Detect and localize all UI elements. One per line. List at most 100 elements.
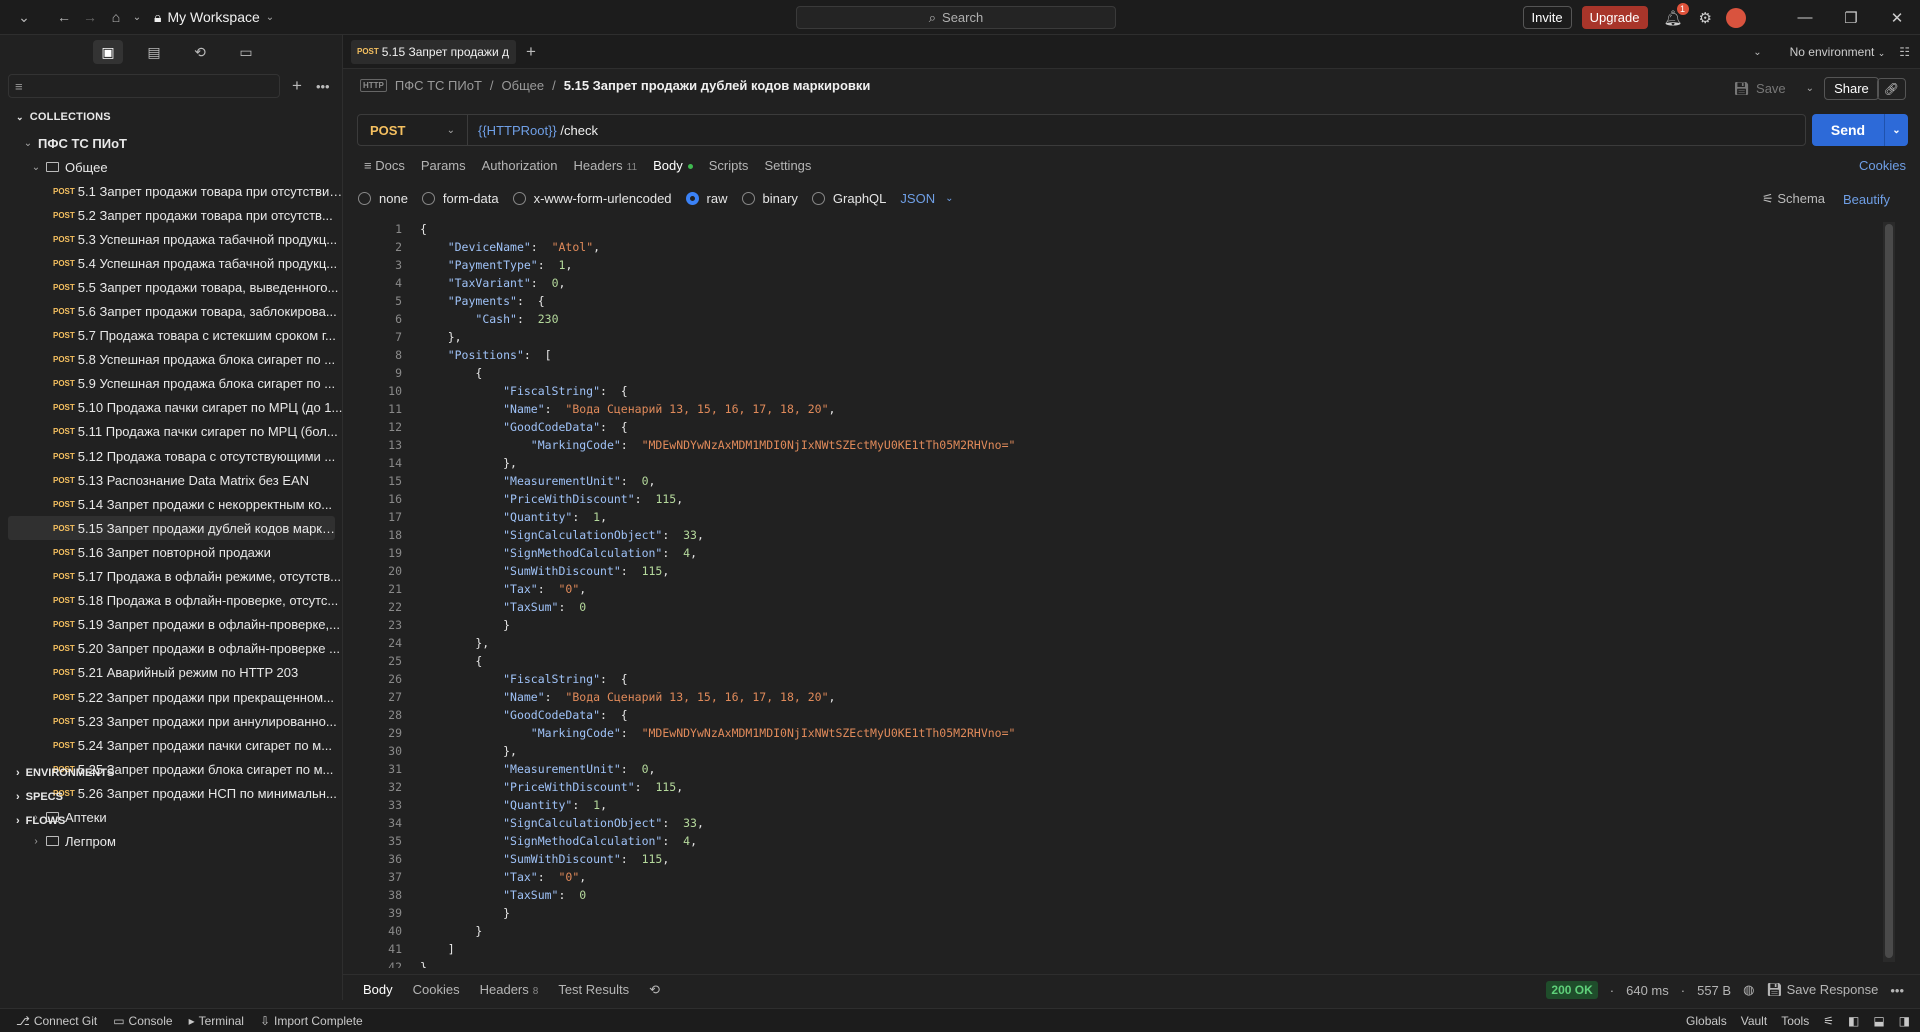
specs-section[interactable]: › SPECS xyxy=(16,791,63,803)
response-time[interactable]: 640 ms xyxy=(1626,983,1669,998)
request-item[interactable]: POST 5.3 Успешная продажа табачной продук… xyxy=(0,227,343,251)
vault-button[interactable]: Vault xyxy=(1741,1014,1767,1028)
code-line[interactable]: "PaymentType": 1, xyxy=(420,256,1015,274)
body-type-raw[interactable]: raw xyxy=(685,191,728,206)
editor-scrollbar-thumb[interactable] xyxy=(1885,224,1893,958)
send-button[interactable]: Send ⌄ xyxy=(1812,114,1908,146)
schema-button[interactable]: ⚟ Schema xyxy=(1762,191,1825,207)
request-item[interactable]: POST 5.6 Запрет продажи товара, заблокиро… xyxy=(0,299,343,323)
request-item[interactable]: POST 5.4 Успешная продажа табачной продук… xyxy=(0,251,343,275)
tab-params[interactable]: Params xyxy=(421,158,466,173)
save-button[interactable]: 💾︎ Save ⌄ xyxy=(1734,81,1815,97)
workspace-selector[interactable]: 🔒︎ My Workspace ⌄ xyxy=(154,9,274,26)
request-item[interactable]: POST 5.18 Продажа в офлайн-проверке, отсу… xyxy=(0,589,343,613)
code-line[interactable]: "MarkingCode": "MDEwNDYwNzAxMDM1MDI0NjIx… xyxy=(420,724,1016,742)
sliders-icon[interactable]: ⚟ xyxy=(1823,1014,1834,1028)
more-options-icon[interactable]: ••• xyxy=(1890,983,1904,998)
environments-section[interactable]: › ENVIRONMENTS xyxy=(16,767,114,779)
code-line[interactable]: "SignCalculationObject": 33, xyxy=(420,526,1015,544)
console-button[interactable]: ▭ Console xyxy=(113,1014,172,1028)
layout-bottom-icon[interactable]: ⬓ xyxy=(1873,1014,1884,1028)
code-line[interactable]: }, xyxy=(420,634,1015,652)
environment-quicklook-icon[interactable]: ☷ xyxy=(1899,45,1910,59)
code-line[interactable]: "TaxVariant": 0, xyxy=(420,274,1015,292)
code-line[interactable]: }, xyxy=(420,742,1015,760)
breadcrumb-folder[interactable]: Общее xyxy=(502,78,545,93)
code-line[interactable]: "Name": "Вода Сценарий 13, 15, 16, 17, 1… xyxy=(420,400,1015,418)
code-line[interactable]: "Quantity": 1, xyxy=(420,796,1015,814)
code-line[interactable]: } xyxy=(420,616,1015,634)
tools-button[interactable]: Tools xyxy=(1781,1014,1809,1028)
breadcrumb-current[interactable]: 5.15 Запрет продажи дублей кодов маркиро… xyxy=(564,78,871,93)
url-input[interactable]: {{HTTPRoot}} /check xyxy=(468,123,598,138)
code-line[interactable]: "GoodCodeData": { xyxy=(420,706,1015,724)
code-line[interactable]: } xyxy=(420,922,1015,940)
restore-icon[interactable]: ❐ xyxy=(1828,9,1874,27)
home-icon[interactable]: ⌂ xyxy=(106,9,126,25)
new-tab-button[interactable]: + xyxy=(526,42,536,62)
code-line[interactable]: "MeasurementUnit": 0, xyxy=(420,472,1015,490)
code-line[interactable]: } xyxy=(420,904,1015,922)
request-item[interactable]: POST 5.20 Запрет продажи в офлайн-проверк… xyxy=(0,637,343,661)
request-item[interactable]: POST 5.16 Запрет повторной продажи xyxy=(0,540,343,564)
code-line[interactable]: "FiscalString": { xyxy=(420,670,1015,688)
code-line[interactable]: "MarkingCode": "MDEwNDYwNzAxMDM1MDI0NjIx… xyxy=(420,436,1016,454)
tab-active-request[interactable]: POST 5.15 Запрет продажи д xyxy=(351,39,516,64)
home-chevron-icon[interactable]: ⌄ xyxy=(132,12,142,23)
code-line[interactable]: "SignMethodCalculation": 4, xyxy=(420,832,1015,850)
code-line[interactable]: { xyxy=(420,220,1015,238)
avatar[interactable] xyxy=(1726,7,1746,28)
globals-button[interactable]: Globals xyxy=(1686,1014,1727,1028)
request-item[interactable]: POST 5.21 Аварийный режим по HTTP 203 xyxy=(0,661,343,685)
request-item[interactable]: POST 5.19 Запрет продажи в офлайн-проверк… xyxy=(0,613,343,637)
search-input[interactable]: ⌕ Search xyxy=(796,6,1116,29)
code-line[interactable]: "GoodCodeData": { xyxy=(420,418,1015,436)
request-item[interactable]: POST 5.8 Успешная продажа блока сигарет п… xyxy=(0,348,343,372)
code-line[interactable]: "Name": "Вода Сценарий 13, 15, 16, 17, 1… xyxy=(420,688,1015,706)
share-button[interactable]: Share xyxy=(1824,77,1879,100)
add-collection-button[interactable]: + xyxy=(292,76,302,96)
request-item[interactable]: POST 5.12 Продажа товара с отсутствующими… xyxy=(0,444,343,468)
send-dropdown-icon[interactable]: ⌄ xyxy=(1885,125,1908,136)
request-item[interactable]: POST 5.14 Запрет продажи с некорректным к… xyxy=(0,492,343,516)
code-line[interactable]: "SignMethodCalculation": 4, xyxy=(420,544,1015,562)
globe-icon[interactable]: ◍ xyxy=(1743,982,1754,998)
more-options-icon[interactable]: ••• xyxy=(316,79,330,94)
close-icon[interactable]: ✕ xyxy=(1874,9,1920,27)
code-line[interactable]: { xyxy=(420,364,1015,382)
tab-body[interactable]: Body xyxy=(653,158,693,173)
tab-headers[interactable]: Headers 11 xyxy=(574,158,638,173)
code-line[interactable]: "SumWithDiscount": 115, xyxy=(420,850,1015,868)
response-size[interactable]: 557 B xyxy=(1697,983,1731,998)
body-type-form-data[interactable]: form-data xyxy=(421,191,499,206)
connect-git-button[interactable]: ⎇ Connect Git xyxy=(16,1014,97,1028)
back-arrow-icon[interactable]: ← xyxy=(54,9,74,25)
tab-authorization[interactable]: Authorization xyxy=(482,158,558,173)
tabs-dropdown-icon[interactable]: ⌄ xyxy=(1753,47,1761,58)
breadcrumb-collection[interactable]: ПФС ТС ПИоТ xyxy=(395,78,482,93)
response-tab-test-results[interactable]: Test Results xyxy=(558,982,629,997)
copy-link-icon[interactable]: 🔗︎ xyxy=(1876,77,1906,100)
code-line[interactable]: "MeasurementUnit": 0, xyxy=(420,760,1015,778)
response-tab-cookies[interactable]: Cookies xyxy=(413,982,460,997)
collection-row[interactable]: ⌄ ПФС ТС ПИоТ xyxy=(0,131,343,155)
sidebar-filter-input[interactable]: ≡ xyxy=(8,74,280,98)
code-line[interactable]: "Tax": "0", xyxy=(420,580,1015,598)
collections-cube-icon[interactable]: ▣ xyxy=(93,40,123,64)
code-line[interactable]: ] xyxy=(420,940,1015,958)
settings-gear-icon[interactable]: ⚙ xyxy=(1699,9,1712,27)
code-line[interactable]: "TaxSum": 0 xyxy=(420,886,1015,904)
tab-scripts[interactable]: Scripts xyxy=(709,158,749,173)
code-line[interactable]: } xyxy=(420,958,1015,968)
import-complete-status[interactable]: ⇩ Import Complete xyxy=(260,1014,363,1028)
tab-docs[interactable]: ≡ Docs xyxy=(364,158,405,173)
request-item[interactable]: POST 5.9 Успешная продажа блока сигарет п… xyxy=(0,372,343,396)
body-type-binary[interactable]: binary xyxy=(741,191,798,206)
request-item[interactable]: POST 5.5 Запрет продажи товара, выведенно… xyxy=(0,275,343,299)
code-line[interactable]: "Tax": "0", xyxy=(420,868,1015,886)
environment-selector[interactable]: No environment ⌄ xyxy=(1790,45,1886,59)
code-line[interactable]: "Cash": 230 xyxy=(420,310,1015,328)
folder-row-legprom[interactable]: › Легпром xyxy=(0,829,343,853)
code-line[interactable]: "Positions": [ xyxy=(420,346,1015,364)
request-item[interactable]: POST 5.1 Запрет продажи товара при отсутс… xyxy=(0,179,343,203)
